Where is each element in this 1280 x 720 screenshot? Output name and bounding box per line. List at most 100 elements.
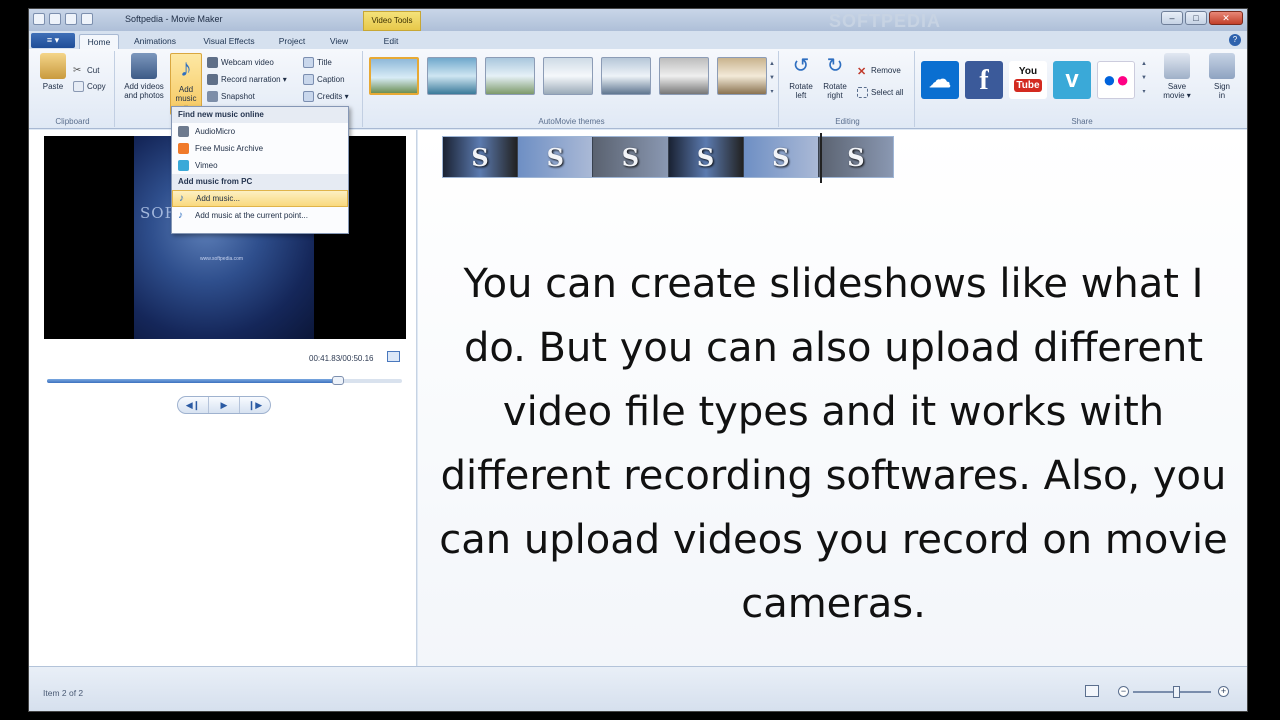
flickr-icon[interactable]: ●●: [1097, 61, 1135, 99]
rotate-right-button[interactable]: ↻ Rotate right: [819, 53, 851, 100]
theme-contemporary[interactable]: [427, 57, 477, 95]
caption-button[interactable]: Caption: [303, 74, 345, 85]
zoom-out-button[interactable]: −: [1118, 686, 1129, 697]
tab-view[interactable]: View: [321, 34, 357, 49]
video-tools-context-tab: Video Tools: [363, 11, 421, 31]
window-controls: – □ ✕: [1161, 11, 1243, 25]
add-music-label: Add music...: [196, 194, 241, 203]
help-icon[interactable]: ?: [1229, 34, 1241, 46]
rotate-left-label-2: left: [795, 91, 807, 100]
playhead[interactable]: [820, 133, 822, 183]
theme-pan-zoom[interactable]: [543, 57, 593, 95]
add-music-current-label: Add music at the current point...: [195, 211, 308, 220]
sign-in-button[interactable]: Sign in: [1207, 53, 1237, 100]
webcam-icon: [207, 57, 218, 68]
zoom-in-button[interactable]: +: [1218, 686, 1229, 697]
themes-group-label: AutoMovie themes: [538, 117, 605, 126]
close-button[interactable]: ✕: [1209, 11, 1243, 25]
ribbon-tabs: ≡ ▾ Home Animations Visual Effects Proje…: [29, 31, 1247, 49]
menu-item-add-music-current-point[interactable]: ♪ Add music at the current point...: [172, 207, 348, 224]
rotate-left-icon: ↺: [792, 55, 810, 77]
music-note-point-icon: ♪: [178, 210, 183, 221]
tab-project[interactable]: Project: [271, 34, 313, 49]
theme-fade[interactable]: [485, 57, 535, 95]
onedrive-icon[interactable]: ☁: [921, 61, 959, 99]
remove-label: Remove: [871, 66, 901, 75]
select-all-button[interactable]: Select all: [857, 87, 903, 98]
cut-label: Cut: [87, 66, 100, 75]
theme-cinematic[interactable]: [601, 57, 651, 95]
share-gallery-scroll[interactable]: ▲ ▼ ▾: [1139, 57, 1149, 101]
vimeo-icon[interactable]: v: [1053, 61, 1091, 99]
tab-home[interactable]: Home: [79, 34, 119, 49]
record-narration-button[interactable]: Record narration ▾: [207, 74, 287, 85]
minimize-button[interactable]: –: [1161, 11, 1183, 25]
cut-button[interactable]: ✂ Cut: [73, 65, 99, 76]
play-button[interactable]: ▶: [208, 397, 239, 413]
user-icon: [1209, 53, 1235, 79]
copy-button[interactable]: Copy: [73, 81, 106, 92]
add-videos-photos-button[interactable]: Add videos and photos: [120, 53, 168, 100]
copy-label: Copy: [87, 82, 106, 91]
facebook-icon[interactable]: f: [965, 61, 1003, 99]
clipboard-group: Paste ✂ Cut Copy Clipboard: [31, 51, 115, 127]
zoom-thumb[interactable]: [1172, 686, 1180, 698]
seek-thumb[interactable]: [332, 376, 345, 385]
redo-icon[interactable]: [81, 13, 93, 25]
rotate-left-button[interactable]: ↺ Rotate left: [785, 53, 817, 100]
credits-icon: [303, 91, 314, 102]
menu-item-free-music-archive[interactable]: Free Music Archive: [172, 140, 348, 157]
zoom-slider[interactable]: [1133, 686, 1211, 698]
vimeo-label: Vimeo: [195, 161, 218, 170]
menu-item-add-music[interactable]: ♪ Add music...: [172, 190, 348, 207]
music-note-small-icon: ♪: [179, 193, 184, 204]
previous-frame-button[interactable]: ◀❙: [178, 397, 208, 413]
select-all-label: Select all: [871, 88, 904, 97]
thumbnail-size-icon[interactable]: [1085, 685, 1099, 697]
menu-header-online: Find new music online: [172, 107, 348, 123]
scissors-icon: ✂: [73, 65, 82, 76]
webcam-video-button[interactable]: Webcam video: [207, 57, 274, 68]
status-text: Item 2 of 2: [43, 688, 84, 698]
theme-gallery-scroll[interactable]: ▲ ▼ ▾: [767, 57, 777, 101]
seek-slider[interactable]: [47, 376, 402, 385]
save-movie-label-2: movie ▾: [1163, 91, 1191, 100]
paste-label: Paste: [42, 82, 64, 91]
title-bar: Softpedia - Movie Maker Video Tools SOFT…: [29, 9, 1247, 31]
snapshot-button[interactable]: Snapshot: [207, 91, 255, 102]
undo-icon[interactable]: [65, 13, 77, 25]
save-icon[interactable]: [49, 13, 61, 25]
file-menu-button[interactable]: ≡ ▾: [31, 33, 75, 48]
app-icon[interactable]: [33, 13, 45, 25]
save-movie-button[interactable]: Save movie ▾: [1157, 53, 1197, 100]
tab-animations[interactable]: Animations: [125, 34, 185, 49]
maximize-button[interactable]: □: [1185, 11, 1207, 25]
music-note-icon: ♪: [180, 55, 192, 82]
clipboard-group-label: Clipboard: [55, 117, 90, 126]
save-movie-icon: [1164, 53, 1190, 79]
fma-label: Free Music Archive: [195, 144, 264, 153]
rotate-right-icon: ↻: [826, 55, 844, 77]
menu-item-vimeo[interactable]: Vimeo: [172, 157, 348, 174]
fullscreen-icon[interactable]: [387, 351, 400, 362]
tab-edit[interactable]: Edit: [373, 34, 409, 49]
title-button[interactable]: Title: [303, 57, 332, 68]
select-all-icon: [857, 87, 868, 98]
paste-button[interactable]: Paste: [37, 53, 69, 91]
slide-url: www.softpedia.com: [200, 256, 244, 262]
credits-button[interactable]: Credits ▾: [303, 91, 349, 102]
copy-icon: [73, 81, 84, 92]
overlay-caption: You can create slideshows like what I do…: [439, 261, 1228, 627]
caption-label: Caption: [317, 75, 345, 84]
clip-strip[interactable]: S S S S S S: [442, 136, 894, 178]
vimeo-small-icon: [178, 160, 189, 171]
menu-item-audiomicro[interactable]: AudioMicro: [172, 123, 348, 140]
theme-default[interactable]: [369, 57, 419, 95]
next-frame-button[interactable]: ❙▶: [239, 397, 270, 413]
theme-sepia[interactable]: [717, 57, 767, 95]
youtube-icon[interactable]: You Tube: [1009, 61, 1047, 99]
add-videos-label-1: Add videos: [124, 82, 164, 91]
theme-black-white[interactable]: [659, 57, 709, 95]
remove-button[interactable]: ✕ Remove: [857, 65, 901, 78]
tab-visual-effects[interactable]: Visual Effects: [195, 34, 263, 49]
